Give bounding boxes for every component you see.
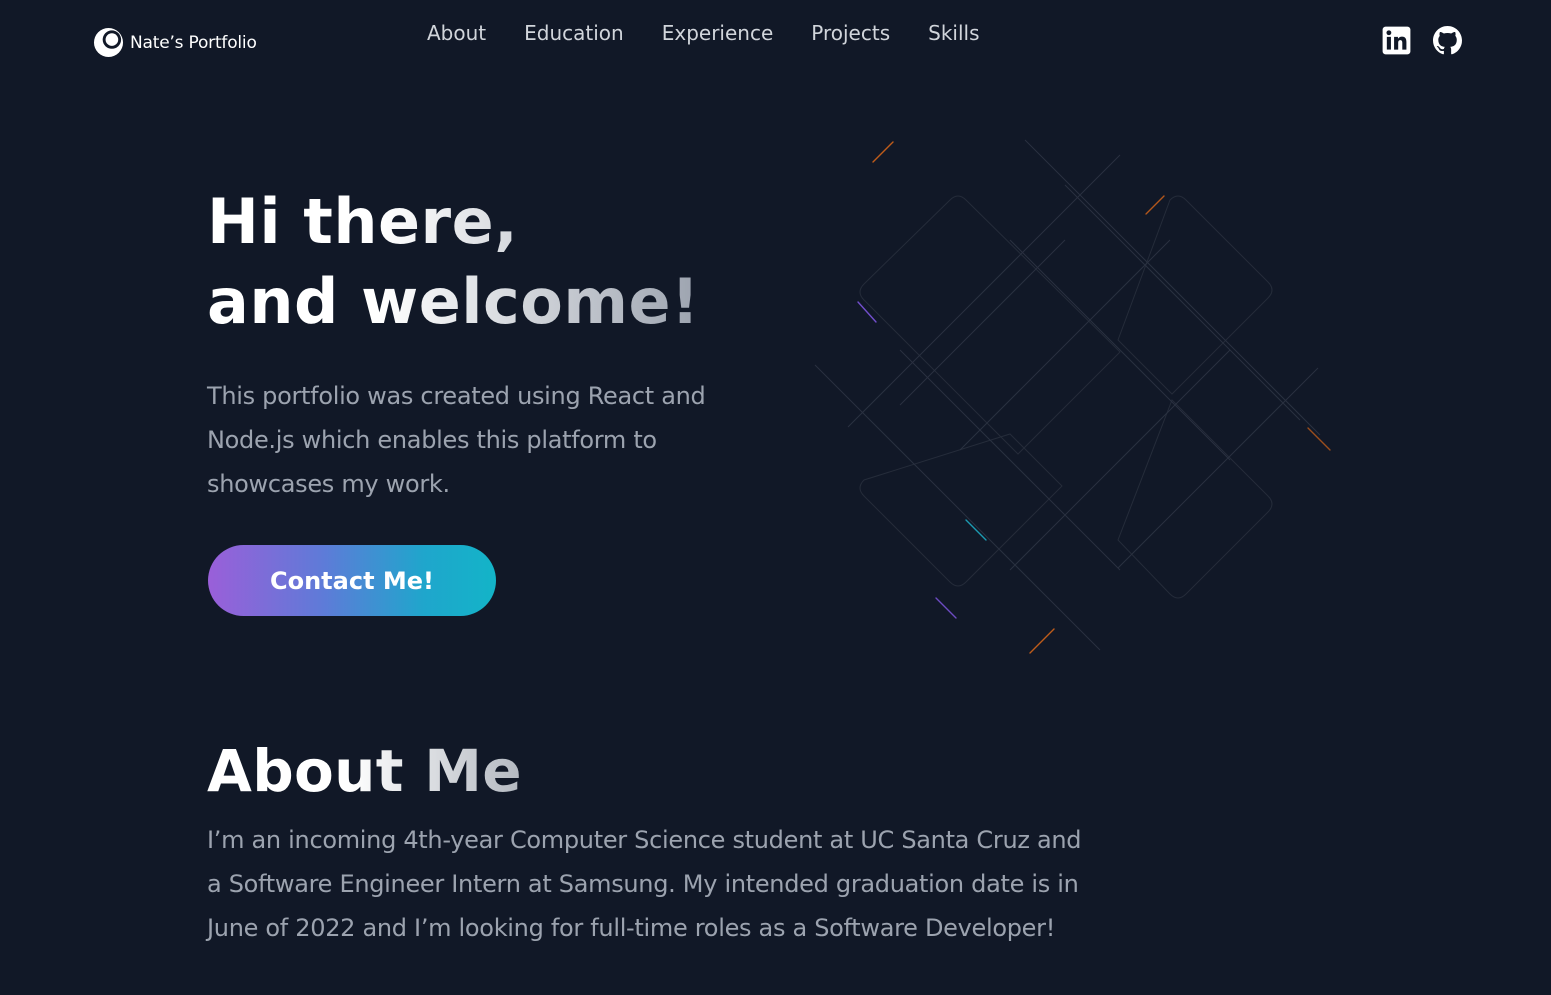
nav-about[interactable]: About <box>408 18 505 49</box>
portfolio-logo-icon <box>93 27 124 58</box>
brand-logo-link[interactable]: Nate’s Portfolio <box>93 27 257 58</box>
brand-name: Nate’s Portfolio <box>130 32 257 53</box>
hero-description: This portfolio was created using React a… <box>207 382 706 498</box>
github-icon[interactable] <box>1433 26 1462 55</box>
hero-title: Hi there, and welcome! <box>207 182 700 342</box>
nav-projects[interactable]: Projects <box>792 18 909 49</box>
nav-skills[interactable]: Skills <box>909 18 998 49</box>
linkedin-icon[interactable] <box>1382 26 1411 55</box>
decorative-grid-illustration <box>814 139 1331 654</box>
social-links <box>1382 26 1462 55</box>
nav-experience[interactable]: Experience <box>643 18 793 49</box>
about-text: I’m an incoming 4th-year Computer Scienc… <box>207 826 1082 942</box>
hero-title-line-1: Hi there, <box>207 185 519 258</box>
main-nav: About Education Experience Projects Skil… <box>408 18 999 49</box>
hero-title-line-2: and welcome! <box>207 265 700 338</box>
nav-education[interactable]: Education <box>505 18 643 49</box>
contact-me-button[interactable]: Contact Me! <box>208 545 496 616</box>
about-title: About Me <box>207 733 522 809</box>
page: Nate’s Portfolio About Education Experie… <box>0 0 1551 995</box>
